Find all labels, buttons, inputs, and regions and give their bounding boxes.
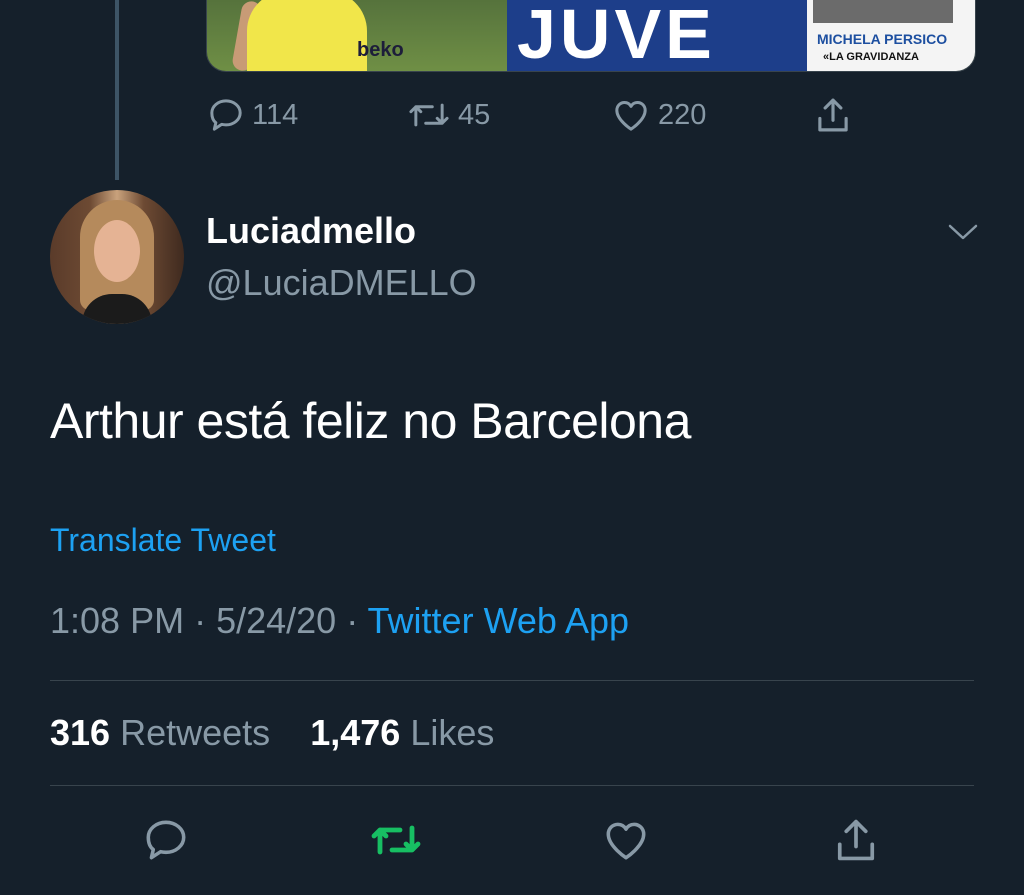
avatar[interactable]	[50, 190, 184, 324]
like-button[interactable]	[596, 810, 656, 870]
like-button[interactable]: 220	[610, 92, 706, 138]
share-upload-icon	[837, 819, 875, 861]
meta-separator: ·	[336, 600, 368, 641]
author-display-name[interactable]: Luciadmello	[206, 210, 416, 252]
tweet-action-bar	[0, 810, 1024, 880]
reply-button[interactable]	[136, 810, 196, 870]
media-photo-player	[247, 0, 367, 71]
media-sponsor-text: beko	[357, 39, 404, 61]
author-handle[interactable]: @LuciaDMELLO	[206, 262, 477, 304]
retweet-arrows-icon	[371, 825, 421, 855]
likes-label[interactable]: Likes	[410, 712, 494, 753]
tweet-source-link[interactable]: Twitter Web App	[368, 600, 629, 641]
reply-count: 114	[252, 98, 299, 131]
speech-bubble-icon	[210, 99, 242, 131]
tweet-stats: 316 Retweets 1,476 Likes	[50, 712, 494, 754]
media-headline-text: JUVE	[517, 0, 716, 72]
chevron-down-icon	[948, 224, 978, 240]
tweet-timestamp-line: 1:08 PM · 5/24/20 · Twitter Web App	[50, 600, 629, 642]
speech-bubble-icon	[146, 820, 186, 860]
tweet-text: Arthur está feliz no Barcelona	[50, 393, 691, 449]
media-sidebar-subtitle: «LA GRAVIDANZA	[823, 51, 919, 63]
heart-icon	[615, 101, 647, 131]
like-count: 220	[658, 98, 707, 131]
avatar-face	[94, 220, 140, 282]
divider-top	[50, 680, 974, 681]
retweet-button[interactable]: 45	[406, 92, 490, 138]
retweet-count: 45	[458, 98, 491, 131]
reply-button[interactable]: 114	[206, 92, 298, 138]
retweets-count[interactable]: 316	[50, 712, 110, 753]
retweets-label[interactable]: Retweets	[120, 712, 270, 753]
translate-tweet-link[interactable]: Translate Tweet	[50, 522, 276, 559]
tweet-date: 5/24/20	[216, 600, 337, 641]
retweet-arrows-icon	[409, 103, 449, 127]
heart-icon	[606, 822, 646, 860]
media-sidebar-name: MICHELA PERSICO	[817, 31, 948, 47]
tweet-detail-screen: beko JUVE MICHELA PERSICO «LA GRAVIDANZA…	[0, 0, 1024, 895]
media-sidebar-photo	[813, 0, 953, 23]
likes-count[interactable]: 1,476	[310, 712, 400, 753]
retweet-button-active[interactable]	[366, 810, 426, 870]
divider-bottom	[50, 785, 974, 786]
quoted-tweet-media[interactable]: beko JUVE MICHELA PERSICO «LA GRAVIDANZA	[206, 0, 976, 72]
tweet-time: 1:08 PM	[50, 600, 185, 641]
more-options-button[interactable]	[946, 218, 980, 246]
share-button[interactable]	[826, 810, 886, 870]
meta-separator: ·	[184, 600, 217, 641]
share-upload-icon	[818, 98, 848, 132]
share-button[interactable]	[812, 92, 854, 138]
thread-connector-line	[115, 0, 119, 180]
previous-tweet-action-bar: 114 45 220	[206, 92, 906, 138]
